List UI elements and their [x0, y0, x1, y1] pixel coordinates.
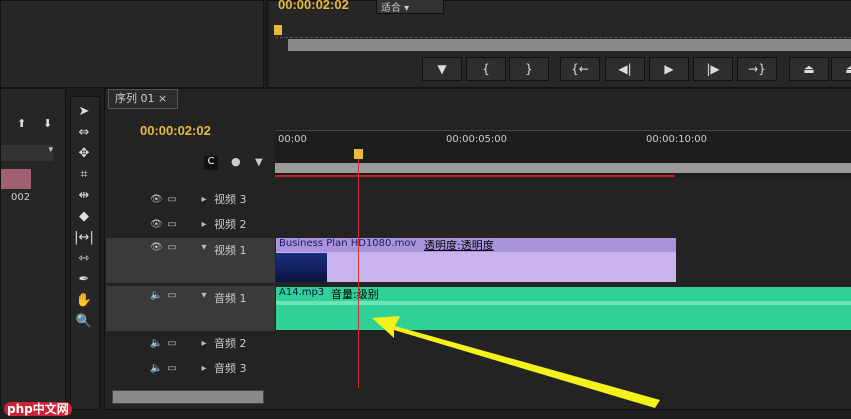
yellow-arrow-annotation [372, 316, 660, 408]
watermark: php中文网 [4, 400, 72, 417]
